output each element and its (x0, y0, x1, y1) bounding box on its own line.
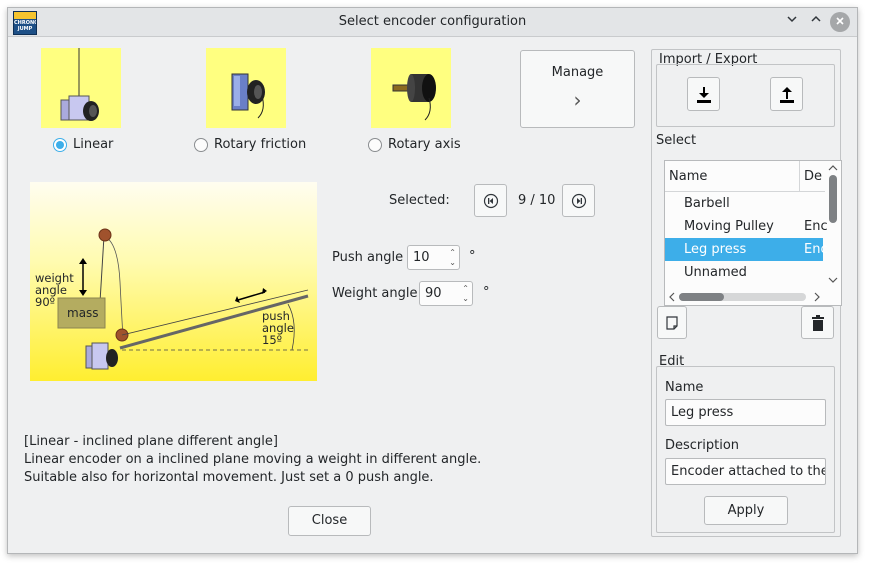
description-line: [Linear - inclined plane different angle… (24, 434, 278, 449)
radio-linear[interactable]: Linear (53, 137, 113, 152)
list-item[interactable]: Barbell (665, 192, 823, 215)
column-header-description[interactable]: De (800, 161, 825, 192)
import-export-group (656, 64, 835, 127)
encoder-diagram: weight angle 90º mass push angle 15º (30, 182, 317, 381)
vertical-scrollbar[interactable] (825, 161, 841, 289)
dialog-window: CHRONO JUMP Select encoder configuration (7, 7, 858, 554)
list-item[interactable]: Moving Pulley Enc (665, 215, 828, 238)
weight-angle-diagram-label: weight angle 90º (35, 271, 74, 309)
close-button[interactable]: Close (288, 506, 371, 536)
import-button[interactable] (687, 77, 720, 111)
list-item[interactable]: Unnamed (665, 261, 823, 284)
push-angle-diagram-label: push angle 15º (262, 309, 294, 347)
encoder-list[interactable]: Name De Barbell Moving Pulley Enc Leg pre… (664, 160, 842, 306)
push-angle-spinbox[interactable]: 10 ⌃ ⌄ (407, 245, 460, 270)
manage-button-label: Manage (551, 65, 604, 80)
window-title: Select encoder configuration (338, 14, 527, 29)
skip-next-icon (571, 193, 586, 209)
apply-button[interactable]: Apply (704, 496, 788, 525)
list-item-selected[interactable]: Leg press Enc (665, 238, 828, 261)
spin-down-icon[interactable]: ⌄ (462, 295, 469, 303)
previous-button[interactable] (474, 184, 507, 217)
weight-angle-label: Weight angle (332, 286, 418, 301)
new-button[interactable] (657, 306, 687, 339)
radio-rotary-axis[interactable]: Rotary axis (368, 137, 461, 152)
linear-encoder-image[interactable] (41, 48, 121, 128)
radio-rotary-axis-indicator[interactable] (368, 137, 382, 152)
spin-up-icon[interactable]: ⌃ (462, 285, 469, 293)
mass-diagram-label: mass (67, 306, 99, 320)
description-line: Linear encoder on a inclined plane movin… (24, 452, 482, 467)
radio-linear-label: Linear (73, 137, 114, 152)
name-field[interactable]: Leg press (665, 399, 826, 426)
export-button[interactable] (770, 77, 803, 111)
next-button[interactable] (562, 184, 595, 217)
manage-button[interactable]: Manage › (520, 50, 635, 128)
new-document-icon (666, 316, 678, 330)
configuration-description: [Linear - inclined plane different angle… (24, 433, 481, 487)
horizontal-scrollbar[interactable] (665, 289, 825, 305)
maximize-icon[interactable] (806, 12, 826, 32)
skip-previous-icon (483, 193, 498, 209)
name-label: Name (665, 380, 704, 395)
chevron-right-icon: › (573, 88, 582, 112)
description-label: Description (665, 438, 740, 453)
export-icon (779, 87, 794, 103)
spin-up-icon[interactable]: ⌃ (449, 249, 456, 257)
selected-label: Selected: (389, 193, 450, 208)
weight-angle-value: 90 (425, 286, 442, 301)
close-window-icon[interactable] (830, 12, 850, 32)
spin-down-icon[interactable]: ⌄ (449, 259, 456, 267)
selected-count: 9 / 10 (518, 193, 556, 208)
minimize-icon[interactable] (782, 12, 802, 32)
rotary-axis-encoder-image[interactable] (371, 48, 451, 128)
weight-angle-unit: ° (483, 285, 490, 300)
push-angle-value: 10 (413, 250, 430, 265)
radio-rotary-friction-indicator[interactable] (194, 137, 208, 152)
rotary-friction-encoder-image[interactable] (206, 48, 286, 128)
weight-angle-spinbox[interactable]: 90 ⌃ ⌄ (419, 281, 473, 306)
radio-rotary-friction-label: Rotary friction (214, 137, 307, 152)
import-icon (696, 87, 711, 103)
description-line: Suitable also for horizontal movement. J… (24, 470, 434, 485)
title-bar[interactable]: CHRONO JUMP Select encoder configuration (8, 8, 857, 37)
push-angle-label: Push angle (332, 250, 404, 265)
push-angle-unit: ° (469, 249, 476, 264)
trash-icon (811, 315, 824, 331)
radio-rotary-friction[interactable]: Rotary friction (194, 137, 306, 152)
radio-linear-indicator[interactable] (53, 137, 67, 152)
description-field[interactable]: Encoder attached to the le (665, 458, 826, 485)
delete-button[interactable] (801, 306, 834, 339)
select-title: Select (656, 133, 697, 148)
radio-rotary-axis-label: Rotary axis (388, 137, 461, 152)
column-header-name[interactable]: Name (665, 161, 800, 192)
